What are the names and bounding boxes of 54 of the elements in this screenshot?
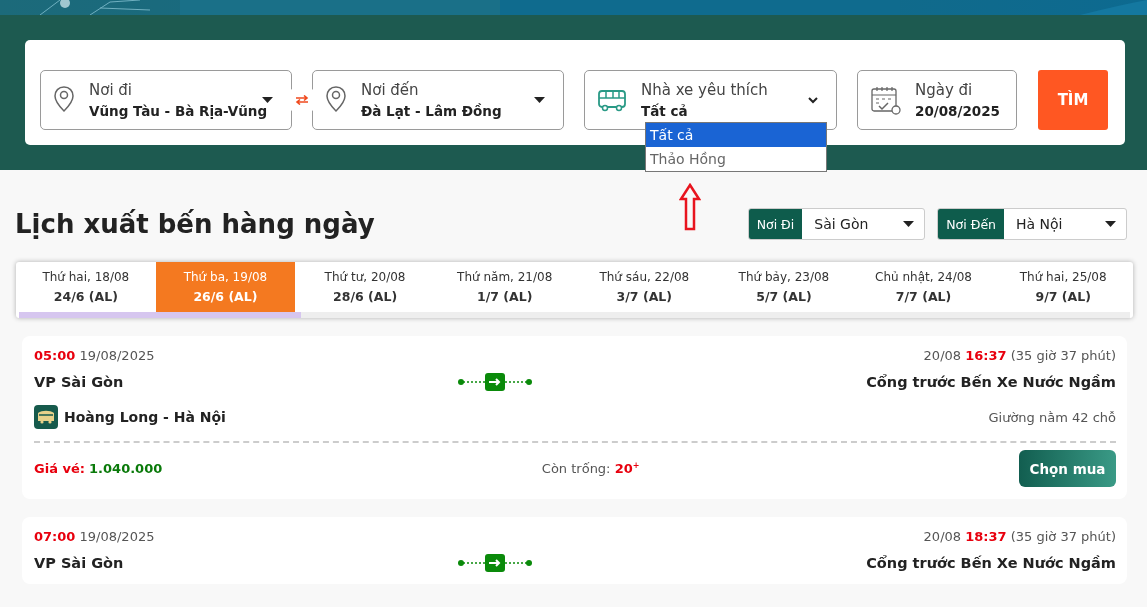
date-tab[interactable]: Thứ năm, 21/08 1/7 (AL)	[434, 262, 575, 312]
arrival-time: 20/08 16:37 (35 giờ 37 phút)	[923, 348, 1116, 363]
date-tab[interactable]: Thứ hai, 25/08 9/7 (AL)	[993, 262, 1133, 312]
field-value: Đà Lạt - Lâm Đồng	[361, 103, 503, 119]
date-tab[interactable]: Chủ nhật, 24/08 7/7 (AL)	[853, 262, 994, 312]
seats-count: 20$^{+}$	[614, 461, 640, 477]
filter-label: Nơi Đến	[938, 209, 1004, 239]
route-arrow-icon	[457, 373, 532, 391]
departure-time: 07:00 19/08/2025	[34, 529, 155, 544]
bus-icon	[597, 88, 627, 112]
seats-label: Còn trống:	[541, 461, 611, 477]
dropdown-option[interactable]: Thảo Hồng	[646, 147, 826, 171]
route-arrow-icon	[457, 554, 532, 572]
filter-label: Nơi Đi	[748, 209, 803, 239]
caret-icon	[903, 221, 915, 227]
field-label: Nhà xe yêu thích	[641, 81, 769, 99]
field-value: 20/08/2025	[915, 103, 1001, 119]
dropdown-option[interactable]: Tất cả	[646, 123, 826, 147]
scrollbar-thumb[interactable]	[19, 312, 301, 318]
chevron-down-icon	[808, 96, 818, 104]
arrival-time: 20/08 18:37 (35 giờ 37 phút)	[923, 529, 1116, 544]
date-tab[interactable]: Thứ bảy, 23/08 5/7 (AL)	[714, 262, 854, 312]
price-value: 1.040.000	[89, 461, 163, 476]
page-title: Lịch xuất bến hàng ngày	[15, 209, 376, 239]
location-field[interactable]: Nơi đến Đà Lạt - Lâm Đồng	[312, 70, 564, 130]
operator-name: Hoàng Long - Hà Nội	[64, 409, 226, 425]
price-label: Giá vé:	[34, 461, 85, 476]
calendar-icon	[870, 85, 901, 115]
destination-name: Cổng trước Bến Xe Nước Ngầm	[866, 374, 1116, 390]
field-label: Nơi đi	[89, 81, 134, 99]
bus-logo-icon	[34, 405, 58, 429]
location-field[interactable]: Nơi đi Vũng Tàu - Bà Rịa-Vũng	[40, 70, 292, 130]
field-label: Ngày đi	[915, 81, 974, 99]
buy-button[interactable]: Chọn mua	[1019, 450, 1116, 487]
filter-value: Hà Nội	[1016, 216, 1063, 232]
origin-name: VP Sài Gòn	[34, 374, 124, 390]
up-arrow-icon	[679, 183, 701, 231]
field-value: Tất cả	[641, 103, 689, 119]
date-tab[interactable]: Thứ hai, 18/08 24/6 (AL)	[16, 262, 156, 312]
filter-select[interactable]: Nơi Đến Hà Nội	[937, 208, 1127, 240]
pin-icon	[325, 86, 347, 114]
date-tab[interactable]: Thứ tư, 20/08 28/6 (AL)	[295, 262, 435, 312]
filter-value: Sài Gòn	[814, 216, 869, 232]
destination-name: Cổng trước Bến Xe Nước Ngầm	[866, 555, 1116, 571]
seat-type: Giường nằm 42 chỗ	[988, 409, 1116, 425]
filter-select[interactable]: Nơi Đi Sài Gòn	[747, 208, 926, 240]
date-tab[interactable]: Thứ sáu, 22/08 3/7 (AL)	[574, 262, 715, 312]
field-label: Nơi đến	[361, 81, 420, 99]
date-field[interactable]: Ngày đi 20/08/2025	[857, 70, 1017, 130]
pin-icon	[53, 86, 75, 114]
origin-name: VP Sài Gòn	[34, 555, 124, 571]
caret-icon	[1105, 221, 1116, 227]
swap-arrows-icon	[295, 95, 309, 105]
departure-time: 05:00 19/08/2025	[34, 348, 155, 363]
